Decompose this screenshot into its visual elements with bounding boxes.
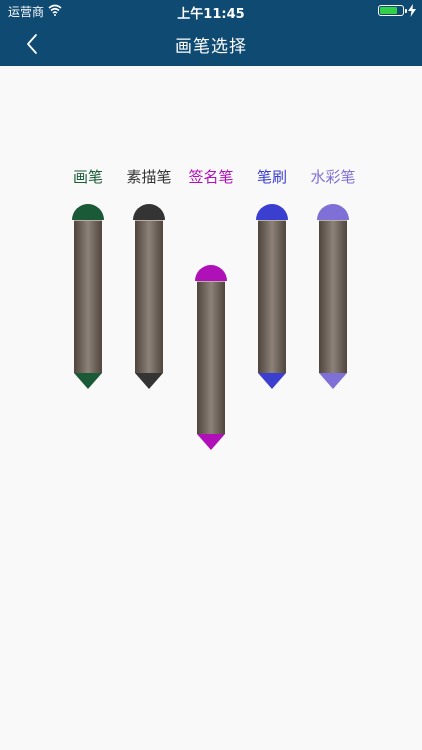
pen-tip <box>135 373 163 389</box>
pen-cap <box>195 265 227 281</box>
pen-tip <box>258 373 286 389</box>
pen-option[interactable]: 签名笔 <box>188 168 234 450</box>
navigation-bar: 画笔选择 <box>0 22 422 66</box>
pen-tip <box>74 373 102 389</box>
pen-tip <box>319 373 347 389</box>
pen-cap <box>317 204 349 220</box>
status-time: 上午11:45 <box>177 7 245 22</box>
pen-body <box>135 220 163 373</box>
page-title: 画笔选择 <box>175 37 247 57</box>
pen-body <box>74 220 102 373</box>
pen-cap <box>72 204 104 220</box>
pen-body <box>319 220 347 373</box>
pen-cap <box>256 204 288 220</box>
pen-body <box>197 281 225 434</box>
pen-option[interactable]: 水彩笔 <box>310 168 356 389</box>
pen-option[interactable]: 素描笔 <box>126 168 172 389</box>
bolt-icon <box>408 4 416 17</box>
pen-option[interactable]: 画笔 <box>72 168 104 389</box>
pen-label[interactable]: 水彩笔 <box>287 166 379 187</box>
pen-option[interactable]: 笔刷 <box>256 168 288 389</box>
status-bar: 运营商 上午11:45 <box>0 0 422 22</box>
app-header: 运营商 上午11:45 画笔选择 <box>0 0 422 66</box>
pen-tip <box>197 434 225 450</box>
pen-cap <box>133 204 165 220</box>
battery-icon <box>378 5 407 16</box>
pen-body <box>258 220 286 373</box>
